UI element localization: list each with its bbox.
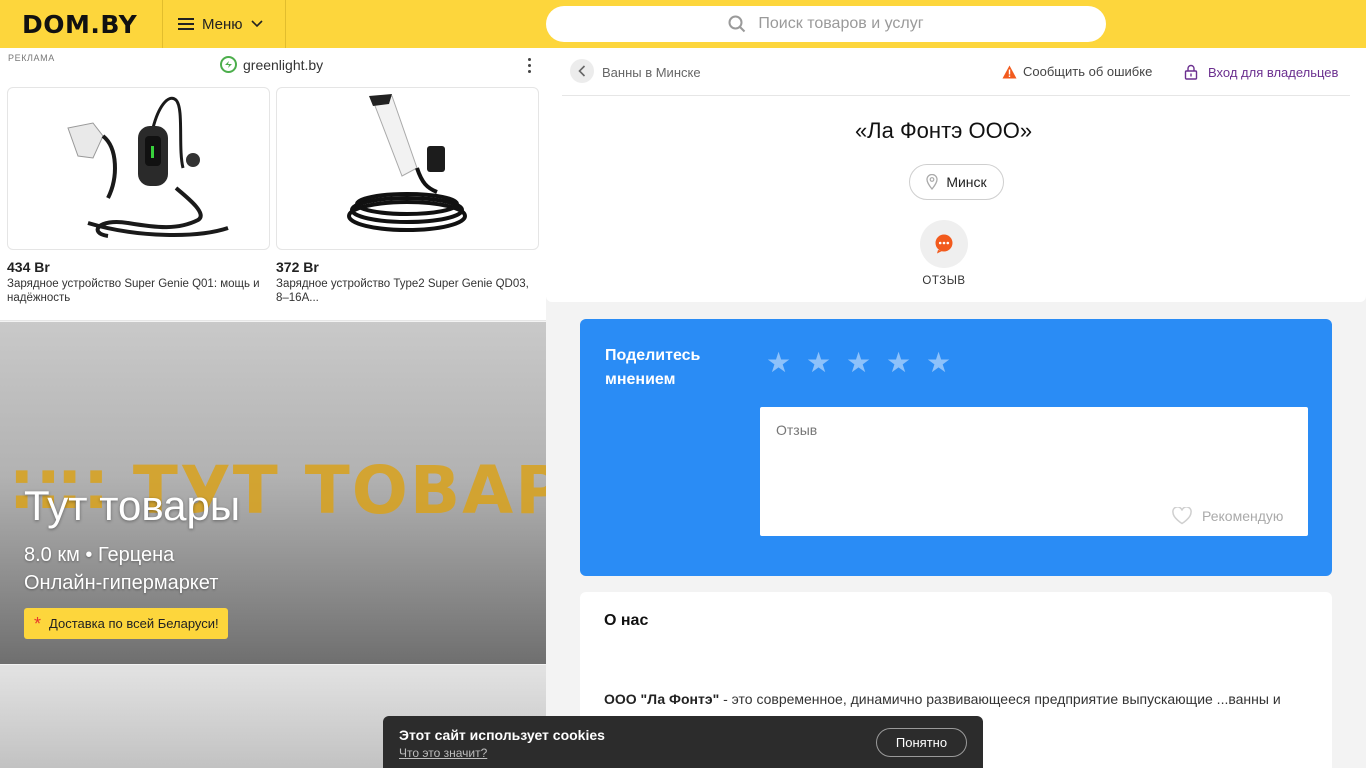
chevron-left-icon xyxy=(578,65,586,77)
location-pin-icon xyxy=(926,174,938,190)
ad-label: РЕКЛАМА xyxy=(8,53,55,63)
chat-bubble-icon xyxy=(935,234,953,254)
cookie-accept-button[interactable]: Понятно xyxy=(876,728,967,757)
product-title: Зарядное устройство Type2 Super Genie QD… xyxy=(276,278,529,304)
back-button[interactable] xyxy=(570,59,594,83)
city-label: Минск xyxy=(946,174,987,190)
ad-block: РЕКЛАМА greenlight.by 434 Br Зарядное ус… xyxy=(0,48,546,321)
company-card: Ванны в Минске Сообщить об ошибке Вход д… xyxy=(546,48,1366,302)
report-error-link[interactable]: Сообщить об ошибке xyxy=(1002,64,1152,79)
breadcrumb[interactable]: Ванны в Минске xyxy=(602,65,701,80)
review-placeholder: Отзыв xyxy=(776,422,818,438)
product-image xyxy=(276,87,539,250)
heart-icon xyxy=(1172,507,1192,525)
search-input[interactable]: Поиск товаров и услуг xyxy=(546,6,1106,42)
lock-icon xyxy=(1184,64,1198,80)
menu-label: Меню xyxy=(202,15,243,33)
hamburger-icon xyxy=(178,18,194,30)
chevron-down-icon xyxy=(250,20,263,28)
promo-badge-label: Доставка по всей Беларуси! xyxy=(49,616,219,631)
promo-badge: * Доставка по всей Беларуси! xyxy=(24,608,228,639)
asterisk-icon: * xyxy=(34,613,42,634)
rating-stars: ★ ★ ★ ★ ★ xyxy=(766,349,951,377)
header-divider xyxy=(162,0,163,48)
menu-button[interactable]: Меню xyxy=(178,12,263,36)
product-price: 434 Br xyxy=(7,259,50,275)
city-button[interactable]: Минск xyxy=(909,164,1004,200)
recommend-label: Рекомендую xyxy=(1202,508,1284,524)
product-title: Зарядное устройство Super Genie Q01: мощ… xyxy=(7,278,260,304)
star-icon[interactable]: ★ xyxy=(846,349,871,377)
promo-title: Тут товары xyxy=(24,482,241,529)
promo-banner[interactable]: ∷∷ ТУТ ТОВАРЫ Тут товары 8.0 км • Герцен… xyxy=(0,322,546,664)
search-icon xyxy=(728,15,746,33)
product-image xyxy=(7,87,270,250)
owners-login-link[interactable]: Вход для владельцев xyxy=(1184,64,1338,80)
about-company-name: ООО "Ла Фонтэ" xyxy=(604,691,720,707)
owners-login-label: Вход для владельцев xyxy=(1208,64,1339,80)
report-error-label: Сообщить об ошибке xyxy=(1023,64,1153,79)
search-placeholder: Поиск товаров и услуг xyxy=(758,15,924,32)
warning-icon xyxy=(1002,65,1017,78)
ad-product-card[interactable]: 372 Br Зарядное устройство Type2 Super G… xyxy=(276,87,539,305)
write-review-label[interactable]: ОТЗЫВ xyxy=(896,275,992,287)
product-price: 372 Br xyxy=(276,259,319,275)
site-logo[interactable]: DOM.BY xyxy=(22,10,137,39)
write-review-button[interactable] xyxy=(920,220,968,268)
top-header: DOM.BY Меню Поиск товаров и услуг xyxy=(0,0,1366,48)
promo-distance: 8.0 км • Герцена xyxy=(24,544,175,566)
divider xyxy=(562,95,1350,96)
ad-product-card[interactable]: 434 Br Зарядное устройство Super Genie Q… xyxy=(7,87,270,305)
ad-brand-link[interactable]: greenlight.by xyxy=(220,56,323,73)
header-divider xyxy=(285,0,286,48)
star-icon[interactable]: ★ xyxy=(886,349,911,377)
share-opinion-title: Поделитесь мнением xyxy=(605,347,701,388)
review-textarea[interactable]: Отзыв Рекомендую xyxy=(760,407,1308,536)
cookie-info-link[interactable]: Что это значит? xyxy=(399,746,487,760)
star-icon[interactable]: ★ xyxy=(766,349,791,377)
company-name: «Ла Фонтэ ООО» xyxy=(854,118,1033,143)
cookie-title: Этот сайт использует cookies xyxy=(399,727,605,743)
promo-subtitle: Онлайн-гипермаркет xyxy=(24,572,219,594)
star-icon[interactable]: ★ xyxy=(806,349,831,377)
cookie-banner: Этот сайт использует cookies Что это зна… xyxy=(383,716,983,768)
greenlight-logo-icon xyxy=(220,56,237,73)
ad-brand-name: greenlight.by xyxy=(243,56,324,73)
share-opinion-panel: Поделитесь мнением ★ ★ ★ ★ ★ Отзыв Реком… xyxy=(580,319,1332,576)
star-icon[interactable]: ★ xyxy=(926,349,951,377)
recommend-toggle[interactable]: Рекомендую xyxy=(1172,507,1283,525)
about-heading: О нас xyxy=(604,612,649,629)
more-options-icon[interactable] xyxy=(520,56,538,74)
